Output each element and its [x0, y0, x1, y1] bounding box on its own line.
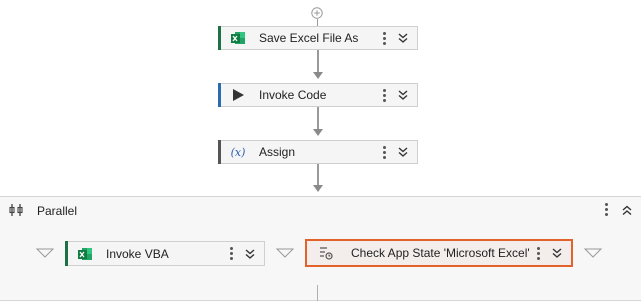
connector-line	[317, 50, 319, 73]
activity-accent	[65, 241, 68, 266]
activity-invoke-code[interactable]: Invoke Code	[218, 83, 418, 107]
assign-icon-text: (x)	[230, 145, 246, 159]
more-options-icon[interactable]	[603, 203, 609, 219]
more-options-icon[interactable]	[531, 246, 545, 260]
activity-check-app-state[interactable]: Check App State 'Microsoft Excel'	[305, 239, 573, 267]
activity-invoke-vba[interactable]: Invoke VBA	[65, 241, 265, 266]
activity-label: Invoke VBA	[106, 246, 169, 261]
play-icon	[227, 84, 249, 106]
connector-line	[317, 285, 318, 301]
connector-line	[317, 164, 319, 186]
add-activity-icon[interactable]	[311, 7, 323, 19]
expand-chevron-icon[interactable]	[549, 245, 565, 261]
activity-label: Invoke Code	[259, 88, 327, 102]
assign-x-icon: (x)	[227, 141, 249, 163]
drop-target-icon[interactable]	[275, 247, 295, 261]
expand-chevron-icon[interactable]	[395, 30, 411, 46]
more-options-icon[interactable]	[377, 88, 391, 102]
expand-chevron-icon[interactable]	[395, 87, 411, 103]
expand-chevron-icon[interactable]	[395, 144, 411, 160]
more-options-icon[interactable]	[377, 31, 391, 45]
connector-arrow	[313, 129, 323, 136]
parallel-icon	[9, 204, 23, 219]
more-options-icon[interactable]	[224, 247, 238, 260]
activity-assign[interactable]: (x) Assign	[218, 140, 418, 164]
collapse-chevron-icon[interactable]	[621, 204, 633, 219]
parallel-label: Parallel	[37, 204, 78, 218]
activity-label: Check App State 'Microsoft Excel'	[351, 246, 530, 260]
more-options-icon[interactable]	[377, 145, 391, 159]
app-state-icon	[315, 242, 337, 264]
activity-label: Save Excel File As	[259, 31, 359, 45]
excel-icon	[74, 243, 96, 265]
connector-line	[317, 107, 319, 130]
connector-arrow	[313, 185, 323, 192]
drop-target-icon[interactable]	[583, 247, 603, 261]
activity-save-excel-file-as[interactable]: Save Excel File As	[218, 26, 418, 50]
drop-target-icon[interactable]	[35, 247, 55, 261]
activity-label: Assign	[259, 145, 296, 159]
activity-accent	[218, 26, 221, 50]
expand-chevron-icon[interactable]	[242, 246, 258, 262]
activity-accent	[218, 83, 221, 107]
parallel-container[interactable]: Parallel Invoke VBA Check App State 'Mic…	[0, 196, 641, 301]
connector-arrow	[313, 72, 323, 79]
activity-accent	[218, 140, 221, 164]
excel-icon	[227, 27, 249, 49]
